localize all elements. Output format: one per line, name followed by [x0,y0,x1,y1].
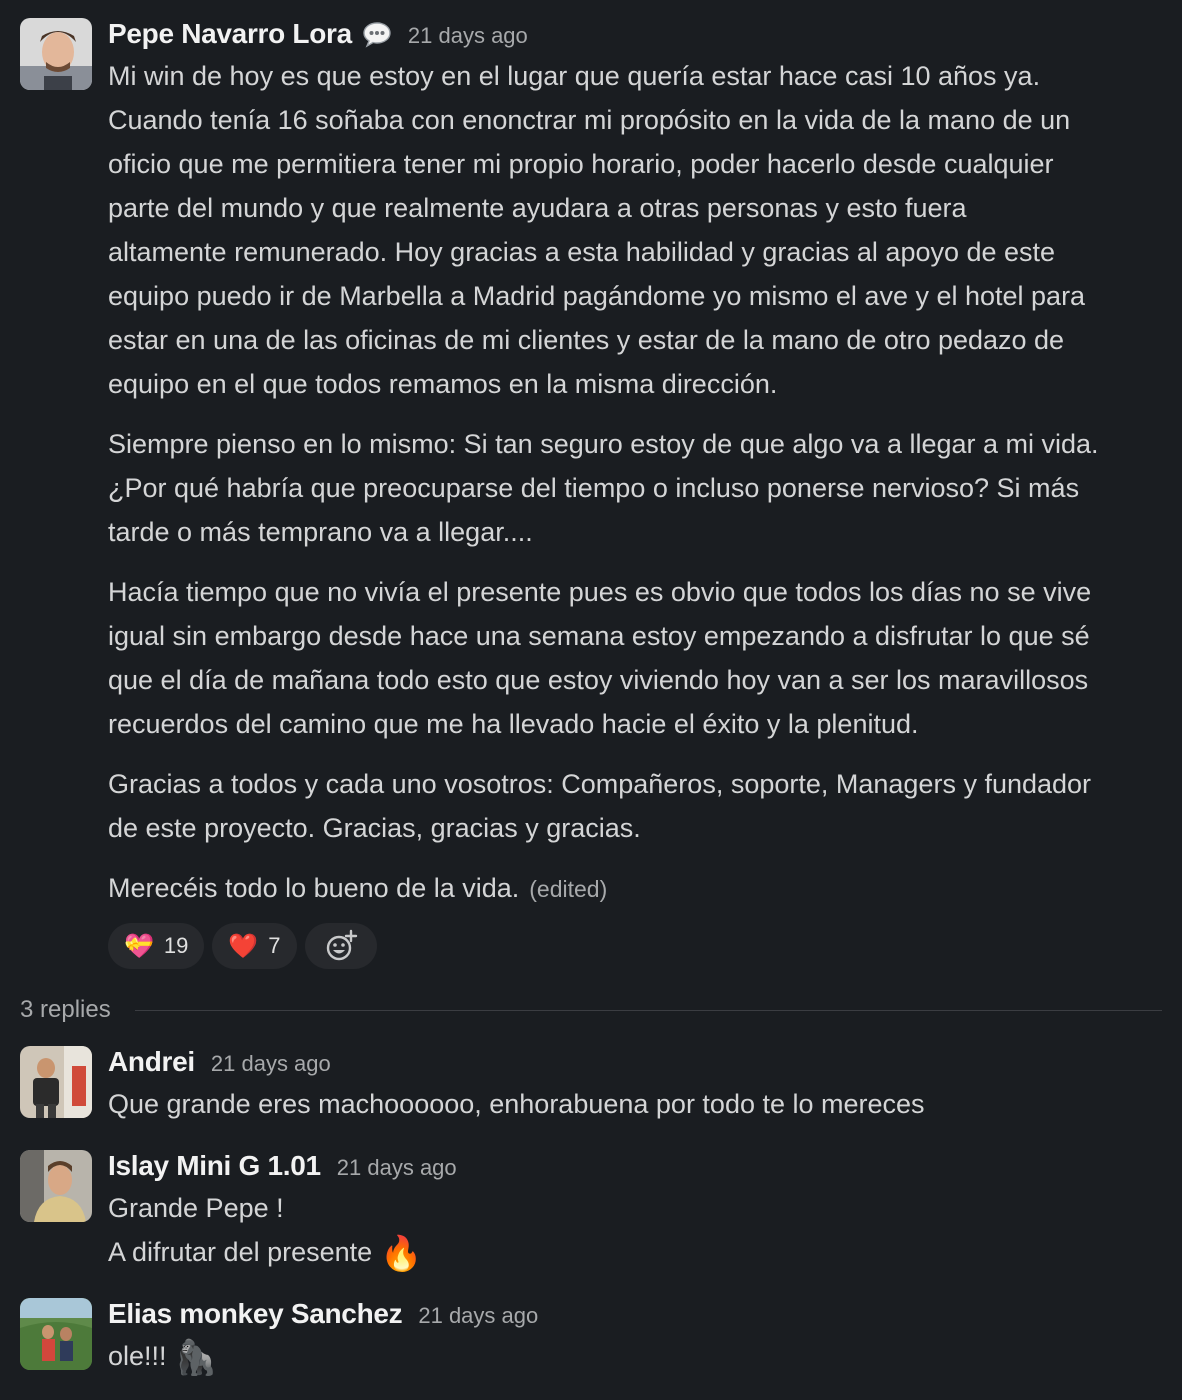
message-header: Pepe Navarro Lora 21 days ago [108,14,1174,54]
avatar-photo [20,1150,92,1222]
text-line: Gracias a todos y cada uno vosotros: Com… [108,769,1092,799]
replies-count: 3 replies [20,996,111,1023]
message-content: Pepe Navarro Lora 21 days ago Mi win de … [108,14,1174,969]
text-line: equipo puedo ir de Marbella a Madrid pag… [108,281,1086,311]
author-name[interactable]: Andrei [108,1042,195,1082]
divider-line [134,1009,1162,1011]
message-body: Grande Pepe ! A difrutar del presente 🔥 [108,1186,1174,1276]
thread-view: Pepe Navarro Lora 21 days ago Mi win de … [0,0,1182,1400]
edited-label: (edited) [529,876,608,902]
message-header: Islay Mini G 1.01 21 days ago [108,1146,1174,1186]
message-content: Andrei 21 days ago Que grande eres macho… [108,1042,1174,1126]
text-line: Mi win de hoy es que estoy en el lugar q… [108,61,1041,91]
author-name[interactable]: Elias monkey Sanchez [108,1294,403,1334]
text-line: A difrutar del presente 🔥 [108,1230,1174,1276]
text-line: ¿Por qué habría que preocuparse del tiem… [108,473,1080,503]
reaction-count: 19 [163,933,189,958]
message-content: Elias monkey Sanchez 21 days ago ole!!! 🦍 [108,1294,1174,1380]
avatar[interactable] [20,1046,92,1118]
paragraph: Siempre pienso en lo mismo: Si tan segur… [108,422,1174,554]
text-line: de este proyecto. Gracias, gracias y gra… [108,813,641,843]
text-line: recuerdos del camino que me ha llevado h… [108,709,919,739]
author-name[interactable]: Islay Mini G 1.01 [108,1146,321,1186]
message-body: Que grande eres machoooooo, enhorabuena … [108,1082,1174,1126]
reactions-bar: 💝 19 ❤️ 7 [108,923,1174,969]
text-line: estar en una de las oficinas de mi clien… [108,325,1065,355]
paragraph: Merecéis todo lo bueno de la vida. (edite… [108,866,1174,911]
gorilla-icon: 🦍 [174,1338,217,1377]
avatar[interactable] [20,1150,92,1222]
fire-icon: 🔥 [380,1234,423,1273]
text-line: parte del mundo y que realmente ayudara … [108,193,967,223]
avatar[interactable] [20,1298,92,1370]
paragraph: Hacía tiempo que no vivía el presente pu… [108,570,1174,746]
timestamp[interactable]: 21 days ago [408,16,528,56]
text-line: ole!!! [108,1341,167,1371]
message-header: Elias monkey Sanchez 21 days ago [108,1294,1174,1334]
text-line: equipo en el que todos remamos en la mis… [108,369,778,399]
text-line: ole!!! 🦍 [108,1334,1174,1380]
text-line: Siempre pienso en lo mismo: Si tan segur… [108,429,1099,459]
message-body: Mi win de hoy es que estoy en el lugar q… [108,54,1174,911]
text-line: tarde o más temprano va a llegar.... [108,517,533,547]
timestamp[interactable]: 21 days ago [211,1044,331,1084]
reaction-count: 7 [268,933,281,958]
replies-divider: 3 replies [20,990,1162,1030]
text-line: Grande Pepe ! [108,1193,284,1223]
text-line: Merecéis todo lo bueno de la vida. [108,873,520,903]
author-name[interactable]: Pepe Navarro Lora [108,14,352,54]
text-line: oficio que me permitiera tener mi propio… [108,149,1054,179]
timestamp[interactable]: 21 days ago [418,1296,538,1336]
timestamp[interactable]: 21 days ago [337,1148,457,1188]
add-emoji-icon [326,929,357,961]
text-line: igual sin embargo desde hace una semana … [108,621,1090,651]
paragraph: Gracias a todos y cada uno vosotros: Com… [108,762,1174,850]
reaction-heart-ribbon[interactable]: 💝 19 [108,923,205,969]
text-line: altamente remunerado. Hoy gracias a esta… [108,237,1056,267]
paragraph: Mi win de hoy es que estoy en el lugar q… [108,54,1174,406]
reaction-red-heart[interactable]: ❤️ 7 [212,923,297,969]
message-content: Islay Mini G 1.01 21 days ago Grande Pep… [108,1146,1174,1276]
avatar-photo [20,1046,92,1118]
text-line: Hacía tiempo que no vivía el presente pu… [108,577,1092,607]
message-body: ole!!! 🦍 [108,1334,1174,1380]
avatar-photo [20,1298,92,1370]
add-reaction-button[interactable] [304,923,377,969]
message-header: Andrei 21 days ago [108,1042,1174,1082]
text-line: que el día de mañana todo esto que estoy… [108,665,1089,695]
speech-bubble-icon [362,20,392,48]
text-line: Cuando tenía 16 soñaba con enonctrar mi … [108,105,1071,135]
text-line: Que grande eres machoooooo, enhorabuena … [108,1089,925,1119]
text-line: A difrutar del presente [108,1237,373,1267]
red-heart-icon: ❤️ [228,932,259,960]
avatar[interactable] [20,18,92,90]
avatar-photo [20,18,92,90]
heart-with-ribbon-icon: 💝 [124,932,154,960]
